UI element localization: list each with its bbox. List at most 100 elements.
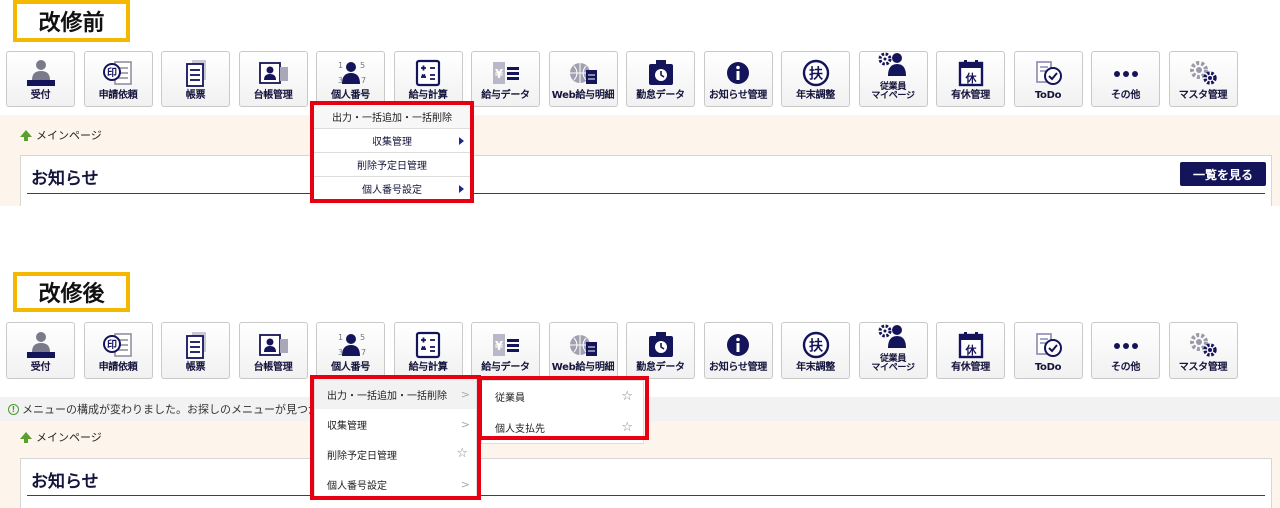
toolbar-button-label: Web給与明細 (551, 362, 615, 373)
svg-text:3: 3 (338, 348, 343, 357)
toolbar-button-12[interactable]: 休有休管理 (936, 51, 1005, 107)
toolbar-button-14[interactable]: その他 (1091, 322, 1160, 379)
employee-gear-icon (876, 50, 910, 80)
toolbar-button-label: 申請依頼 (98, 90, 138, 101)
yen-list-icon: ¥ (489, 58, 523, 88)
svg-text:7: 7 (361, 76, 366, 85)
yen-list-icon: ¥ (489, 330, 523, 360)
toolbar-button-8[interactable]: 勤怠データ (626, 51, 695, 107)
toolbar-button-label: 給与計算 (408, 90, 448, 101)
toolbar-button-label: 受付 (30, 362, 51, 373)
toolbar-button-label: ToDo (1034, 90, 1062, 101)
toolbar-button-1[interactable]: 印申請依頼 (83, 51, 153, 107)
toolbar-button-9[interactable]: お知らせ管理 (703, 51, 773, 107)
toolbar-button-6[interactable]: ¥ 給与データ (471, 322, 540, 379)
breadcrumb[interactable]: メインページ (20, 429, 102, 445)
toolbar-button-3[interactable]: 台帳管理 (238, 51, 308, 107)
toolbar-button-6[interactable]: ¥ 給与データ (471, 51, 540, 107)
toolbar-button-label: Web給与明細 (551, 90, 615, 101)
toolbar-button-label: 給与計算 (408, 362, 448, 373)
toolbar-button-5[interactable]: 給与計算 (393, 51, 463, 107)
toolbar-button-label: 従業員 マイページ (871, 82, 915, 101)
todo-check-icon (1031, 58, 1065, 88)
toolbar-button-13[interactable]: ToDo (1013, 322, 1083, 379)
gears-icon (1186, 330, 1220, 360)
toolbar-button-label: ToDo (1034, 362, 1062, 373)
toolbar-button-14[interactable]: その他 (1091, 51, 1160, 107)
breadcrumb[interactable]: メインページ (20, 127, 102, 143)
toolbar-button-0[interactable]: 受付 (6, 51, 75, 107)
info-icon (721, 58, 755, 88)
before-section: 改修前 受付印申請依頼 帳票 台帳管理 1 5 3 7 個人番号 給与計算 ¥ 給与データ Web給与… (0, 0, 1280, 206)
toolbar-button-label: 勤怠データ (636, 90, 685, 101)
toolbar-button-13[interactable]: ToDo (1013, 51, 1083, 107)
notice-panel: お知らせ (20, 458, 1272, 508)
before-label: 改修前 (13, 0, 130, 42)
toolbar-button-2[interactable]: 帳票 (161, 322, 230, 379)
toolbar-button-9[interactable]: お知らせ管理 (703, 322, 773, 379)
toolbar-button-12[interactable]: 休有休管理 (936, 322, 1005, 379)
panel-divider (27, 193, 1265, 194)
id-card-icon (256, 58, 290, 88)
employee-gear-icon (876, 322, 910, 352)
todo-check-icon (1031, 330, 1065, 360)
toolbar-button-15[interactable]: マスタ管理 (1168, 51, 1238, 107)
svg-text:¥: ¥ (494, 339, 503, 353)
toolbar-button-label: マスタ管理 (1178, 90, 1228, 101)
toolbar-button-label: 個人番号 (331, 90, 370, 101)
toolbar-button-1[interactable]: 印申請依頼 (83, 322, 153, 379)
documents-icon (179, 330, 213, 360)
breadcrumb-main-page[interactable]: メインページ (36, 127, 102, 143)
toolbar-button-label: 年末調整 (796, 362, 835, 373)
view-list-button[interactable]: 一覧を見る (1180, 162, 1266, 186)
globe-document-icon (566, 330, 600, 360)
toolbar-button-label: お知らせ管理 (709, 362, 767, 373)
svg-text:印: 印 (107, 67, 117, 79)
toolbar-button-2[interactable]: 帳票 (161, 51, 230, 107)
globe-document-icon (566, 58, 600, 88)
toolbar-button-label: その他 (1110, 362, 1141, 373)
person-number-icon: 1537 (334, 58, 368, 88)
svg-text:5: 5 (360, 333, 365, 342)
toolbar-button-10[interactable]: 扶年末調整 (781, 322, 850, 379)
toolbar-button-label: 帳票 (185, 90, 206, 101)
toolbar-button-15[interactable]: マスタ管理 (1168, 322, 1238, 379)
toolbar-button-10[interactable]: 扶年末調整 (781, 51, 850, 107)
more-dots-icon (1109, 330, 1143, 360)
toolbar-button-7[interactable]: Web給与明細 (548, 322, 618, 379)
more-dots-icon (1109, 58, 1143, 88)
toolbar-button-4[interactable]: 1 5 3 7 個人番号 (316, 322, 385, 379)
toolbar-button-11[interactable]: 従業員 マイページ (858, 322, 928, 379)
stamp-document-icon: 印 (101, 58, 135, 88)
home-arrow-icon (20, 431, 32, 443)
toolbar-button-4[interactable]: 1 5 3 7 個人番号 (316, 51, 385, 107)
toolbar-button-label: マスタ管理 (1178, 362, 1228, 373)
toolbar-button-label: 年末調整 (796, 90, 835, 101)
toolbar-button-3[interactable]: 台帳管理 (238, 322, 308, 379)
info-circle-icon: ! (8, 403, 19, 415)
svg-text:¥: ¥ (494, 67, 503, 81)
svg-text:休: 休 (964, 71, 977, 85)
svg-text:7: 7 (361, 348, 366, 357)
home-arrow-icon (20, 129, 32, 141)
id-card-icon (256, 330, 290, 360)
notice-text: メニューの構成が変わりました。お探しのメニューが見つか (22, 403, 319, 416)
highlight-box-menu (310, 375, 481, 500)
toolbar-button-5[interactable]: 給与計算 (393, 322, 463, 379)
toolbar-button-11[interactable]: 従業員 マイページ (858, 50, 928, 107)
highlight-box-submenu (478, 376, 649, 440)
highlight-box (310, 101, 474, 203)
person-number-icon: 1537 (334, 330, 368, 360)
toolbar-button-0[interactable]: 受付 (6, 322, 75, 379)
gears-icon (1186, 58, 1220, 88)
info-icon (721, 330, 755, 360)
toolbar-button-label: 帳票 (185, 362, 206, 373)
svg-text:1: 1 (338, 61, 343, 70)
breadcrumb-main-page[interactable]: メインページ (36, 429, 102, 445)
toolbar-button-7[interactable]: Web給与明細 (548, 51, 618, 107)
fuyou-icon: 扶 (799, 330, 833, 360)
toolbar-button-label: 有休管理 (951, 362, 990, 373)
toolbar-button-label: 受付 (30, 90, 51, 101)
toolbar-button-label: その他 (1110, 90, 1141, 101)
toolbar-button-8[interactable]: 勤怠データ (626, 322, 695, 379)
